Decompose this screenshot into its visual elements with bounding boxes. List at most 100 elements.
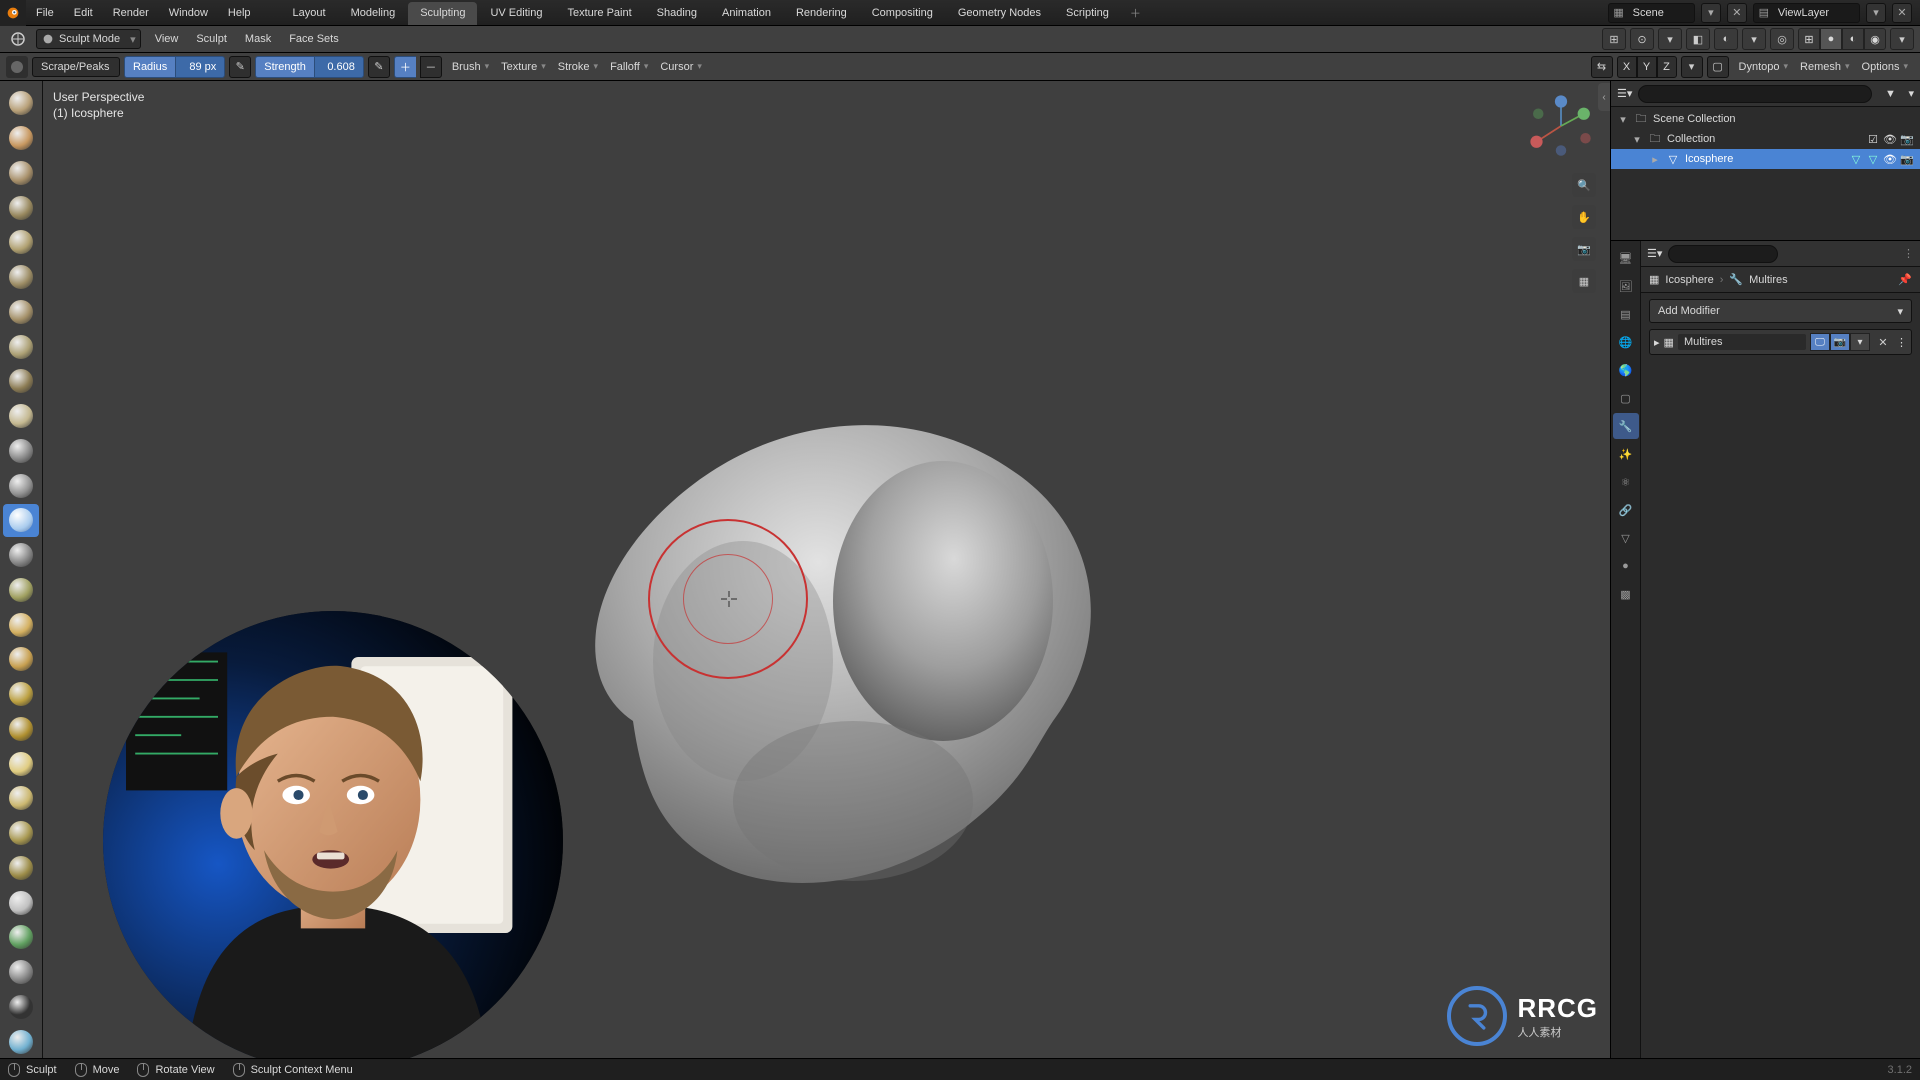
menu-edit[interactable]: Edit — [64, 1, 103, 25]
tool-rotate[interactable] — [3, 817, 39, 850]
tool-thumb[interactable] — [3, 713, 39, 746]
tool-clay-thumb[interactable] — [3, 226, 39, 259]
editor-type-icon[interactable] — [6, 31, 30, 47]
outliner-editor-icon[interactable]: ☰▾ — [1617, 87, 1632, 100]
mode-menu-face-sets[interactable]: Face Sets — [287, 29, 341, 49]
tool-draw[interactable] — [3, 87, 39, 120]
tool-crease[interactable] — [3, 365, 39, 398]
add-modifier-dropdown[interactable]: Add Modifier — [1649, 299, 1912, 323]
gizmo-button[interactable]: ◐ — [1714, 28, 1738, 50]
properties-editor-icon[interactable]: ☰▾ — [1647, 247, 1662, 260]
tool-inflate[interactable] — [3, 296, 39, 329]
workspace-tab-sculpting[interactable]: Sculpting — [408, 2, 477, 25]
brush-name-field[interactable]: Scrape/Peaks — [32, 57, 120, 77]
workspace-tab-texture-paint[interactable]: Texture Paint — [555, 2, 643, 25]
delete-modifier-button[interactable]: ✕ — [1874, 336, 1892, 349]
new-collection-button[interactable]: ▾ — [1908, 87, 1914, 100]
prop-tab-scene[interactable]: 🌐 — [1613, 329, 1639, 355]
tool-pinch[interactable] — [3, 574, 39, 607]
workspace-tab-scripting[interactable]: Scripting — [1054, 2, 1121, 25]
perspective-icon[interactable]: ▦ — [1572, 269, 1596, 293]
prop-tab-render[interactable]: 🖥 — [1613, 245, 1639, 271]
prop-tab-output[interactable]: 🖼 — [1613, 273, 1639, 299]
prop-tab-constraints[interactable]: 🔗 — [1613, 497, 1639, 523]
editmode-toggle[interactable]: ▾ — [1850, 333, 1870, 351]
lock-icon[interactable]: ▢ — [1707, 56, 1729, 78]
tool-slide[interactable] — [3, 852, 39, 885]
proportional-button[interactable]: ◧ — [1686, 28, 1710, 50]
navigation-gizmo[interactable] — [1526, 91, 1596, 161]
symmetry-z[interactable]: Z — [1657, 56, 1677, 78]
tool-smooth[interactable] — [3, 400, 39, 433]
strength-pressure-toggle[interactable]: ✎ — [368, 56, 390, 78]
strength-field[interactable]: Strength 0.608 — [255, 56, 364, 78]
brush-preview-icon[interactable] — [6, 56, 28, 78]
disable-toggle[interactable]: 📷 — [1900, 133, 1914, 146]
radius-pressure-toggle[interactable]: ✎ — [229, 56, 251, 78]
breadcrumb-object[interactable]: Icosphere — [1665, 274, 1713, 286]
symmetry-options[interactable]: ▾ — [1681, 56, 1703, 78]
prop-tab-particles[interactable]: ✨ — [1613, 441, 1639, 467]
matprev-shading[interactable]: ◐ — [1842, 28, 1864, 50]
workspace-tab-rendering[interactable]: Rendering — [784, 2, 859, 25]
stroke-dropdown[interactable]: Stroke — [552, 56, 604, 78]
direction-subtract[interactable]: － — [420, 56, 442, 78]
tool-fill[interactable] — [3, 469, 39, 502]
menu-file[interactable]: File — [26, 1, 64, 25]
direction-add[interactable]: ＋ — [394, 56, 416, 78]
tool-layer[interactable] — [3, 261, 39, 294]
menu-help[interactable]: Help — [218, 1, 261, 25]
xray-button[interactable]: ◎ — [1770, 28, 1794, 50]
workspace-tab-animation[interactable]: Animation — [710, 2, 783, 25]
tool-cloth[interactable] — [3, 921, 39, 954]
rendered-shading[interactable]: ◉ — [1864, 28, 1886, 50]
symmetry-x[interactable]: X — [1617, 56, 1637, 78]
mode-menu-mask[interactable]: Mask — [243, 29, 273, 49]
prop-tab-texture[interactable]: ▩ — [1613, 581, 1639, 607]
scene-collection-row[interactable]: ▾ 🗀 Scene Collection — [1611, 109, 1920, 129]
tool-clay[interactable] — [3, 157, 39, 190]
cursor-dropdown[interactable]: Cursor — [654, 56, 708, 78]
tool-clay-strips[interactable] — [3, 191, 39, 224]
workspace-tab-modeling[interactable]: Modeling — [339, 2, 408, 25]
zoom-icon[interactable]: 🔍 — [1572, 173, 1596, 197]
radius-field[interactable]: Radius 89 px — [124, 56, 225, 78]
tool-nudge[interactable] — [3, 782, 39, 815]
tool-elastic[interactable] — [3, 643, 39, 676]
modifier-name-field[interactable]: Multires — [1678, 334, 1806, 350]
menu-window[interactable]: Window — [159, 1, 218, 25]
collection-row[interactable]: ▾ 🗀 Collection ☑👁📷 — [1611, 129, 1920, 149]
prop-tab-physics[interactable]: ⚛ — [1613, 469, 1639, 495]
prop-tab-view-layer[interactable]: ▤ — [1613, 301, 1639, 327]
pivot-button[interactable]: ⊙ — [1630, 28, 1654, 50]
realtime-toggle[interactable]: 🖵 — [1810, 333, 1830, 351]
tool-multi-plane[interactable] — [3, 539, 39, 572]
radius-value[interactable]: 89 px — [175, 56, 225, 78]
overlay-button[interactable]: ▾ — [1742, 28, 1766, 50]
tool-simplify[interactable] — [3, 956, 39, 989]
tool-draw-face-sets[interactable] — [3, 1025, 39, 1058]
disable-toggle[interactable]: 📷 — [1900, 153, 1914, 166]
wireframe-shading[interactable]: ⊞ — [1798, 28, 1820, 50]
tool-grab[interactable] — [3, 608, 39, 641]
mode-menu-sculpt[interactable]: Sculpt — [194, 29, 229, 49]
tool-draw-sharp[interactable] — [3, 122, 39, 155]
orientation-button[interactable]: ⊞ — [1602, 28, 1626, 50]
add-workspace-button[interactable]: ＋ — [1122, 0, 1149, 26]
remesh-dropdown[interactable]: Remesh — [1794, 56, 1856, 78]
symmetry-y[interactable]: Y — [1637, 56, 1657, 78]
solid-shading[interactable]: ● — [1820, 28, 1842, 50]
tool-blob[interactable] — [3, 330, 39, 363]
workspace-tab-geometry-nodes[interactable]: Geometry Nodes — [946, 2, 1053, 25]
exclude-toggle[interactable]: ☑ — [1866, 133, 1880, 146]
prop-tab-data[interactable]: ▽ — [1613, 525, 1639, 551]
prop-tab-object[interactable]: ▢ — [1613, 385, 1639, 411]
3d-viewport[interactable]: ‹ User Perspective (1) Icosphere 🔍 ✋ 📷 ▦ — [43, 81, 1610, 1058]
tool-mask[interactable] — [3, 991, 39, 1024]
breadcrumb-modifier[interactable]: Multires — [1749, 274, 1788, 286]
hide-toggle[interactable]: 👁 — [1883, 153, 1897, 166]
expand-toggle[interactable]: ▸ — [1654, 336, 1660, 349]
delete-layer-button[interactable]: ✕ — [1892, 3, 1912, 23]
filter-icon[interactable]: ▼ — [1878, 83, 1902, 105]
mode-selector[interactable]: Sculpt Mode — [36, 29, 141, 49]
